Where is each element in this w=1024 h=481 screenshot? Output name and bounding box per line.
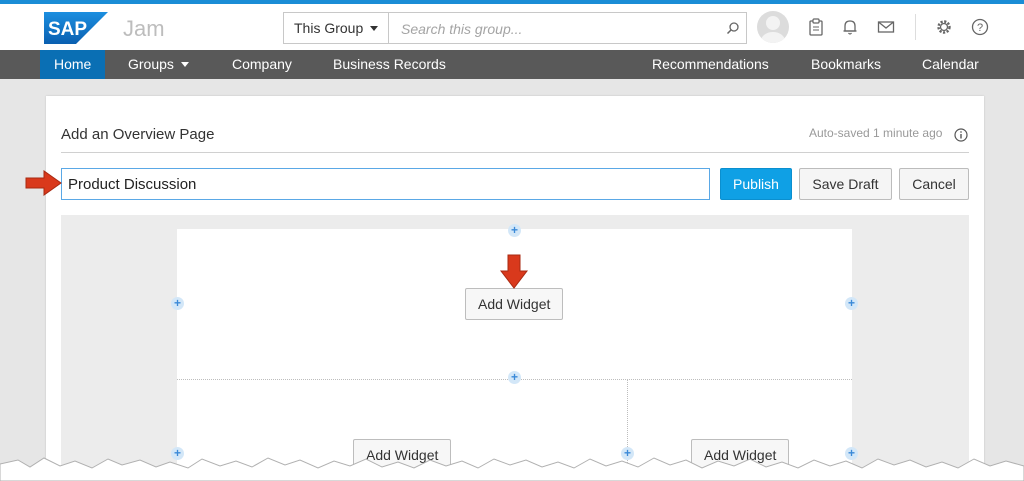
header-divider (915, 14, 916, 40)
title-divider (61, 152, 969, 153)
help-icon[interactable]: ? (971, 18, 989, 36)
clipboard-icon[interactable] (807, 18, 825, 36)
page-title: Add an Overview Page (61, 126, 215, 143)
add-column-right-plus-icon[interactable]: + (845, 297, 858, 310)
logo-text: SAP (48, 19, 87, 40)
search-scope-label: This Group (294, 20, 364, 36)
search-icon[interactable] (726, 21, 740, 35)
gear-icon[interactable] (935, 18, 953, 36)
torn-edge-decoration (0, 457, 1024, 481)
nav-groups[interactable]: Groups (128, 50, 189, 79)
add-row-plus-icon[interactable]: + (508, 224, 521, 237)
search-input[interactable] (399, 19, 718, 39)
sap-logo[interactable]: SAP (44, 12, 108, 44)
chevron-down-icon (180, 62, 189, 67)
nav-groups-label: Groups (128, 56, 174, 72)
nav-recommendations[interactable]: Recommendations (652, 50, 769, 79)
search-scope-dropdown[interactable]: This Group (283, 12, 389, 44)
add-widget-button-top[interactable]: Add Widget (465, 288, 564, 320)
autosave-status: Auto-saved 1 minute ago (809, 126, 943, 140)
add-column-left-plus-icon[interactable]: + (171, 297, 184, 310)
main-nav: Home Groups Company Business Records Rec… (0, 50, 1024, 79)
cancel-button[interactable]: Cancel (899, 168, 969, 200)
app-name: Jam (123, 16, 165, 41)
bell-icon[interactable] (841, 18, 859, 36)
nav-home[interactable]: Home (40, 50, 106, 79)
arrow-right-icon (25, 170, 62, 196)
add-row-middle-plus-icon[interactable]: + (508, 371, 521, 384)
publish-button[interactable]: Publish (720, 168, 792, 200)
header-bar: SAP Jam This Group ? (0, 4, 1024, 51)
page-title-input[interactable] (61, 168, 710, 200)
info-icon[interactable] (954, 128, 968, 142)
user-silhouette-icon (761, 16, 785, 43)
chevron-down-icon (370, 25, 379, 31)
avatar[interactable] (757, 11, 789, 43)
arrow-down-icon (499, 254, 529, 289)
search-box[interactable] (388, 12, 747, 44)
nav-calendar[interactable]: Calendar (922, 50, 979, 79)
nav-business-records[interactable]: Business Records (333, 50, 446, 79)
nav-bookmarks[interactable]: Bookmarks (811, 50, 881, 79)
nav-company[interactable]: Company (232, 50, 292, 79)
save-draft-button[interactable]: Save Draft (799, 168, 892, 200)
mail-icon[interactable] (877, 18, 895, 36)
svg-text:?: ? (977, 22, 983, 34)
